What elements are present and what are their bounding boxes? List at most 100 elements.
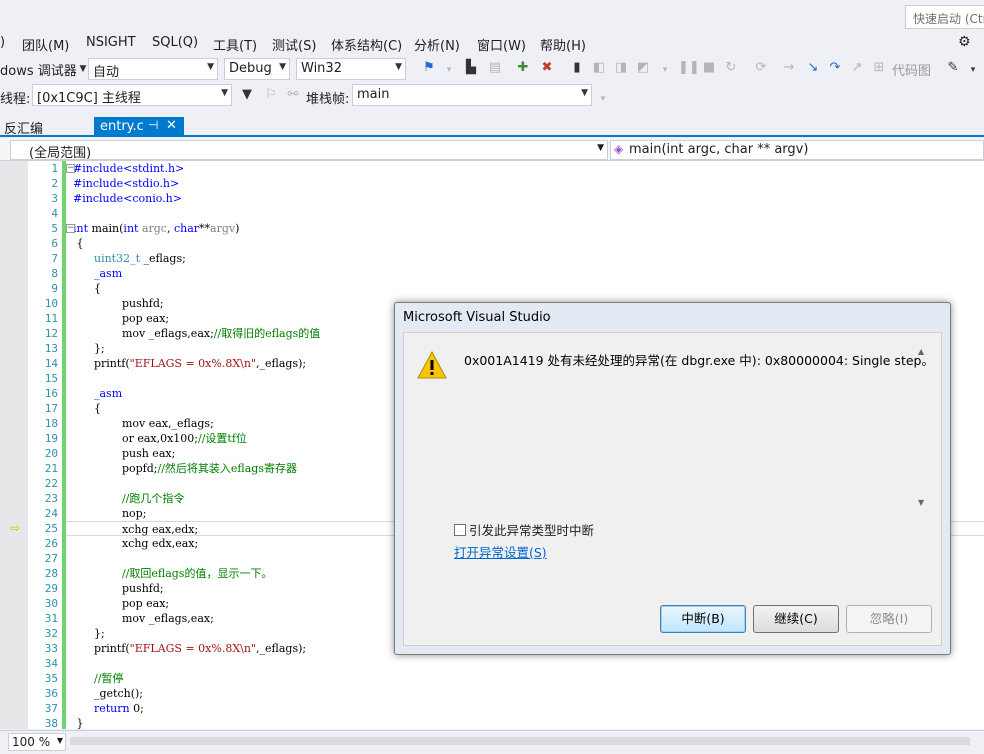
collapse-icon[interactable]: −: [66, 164, 75, 173]
code-string: "EFLAGS = 0x%.8X\n": [129, 642, 257, 655]
remove-breakpoint-icon[interactable]: ✖: [538, 59, 556, 77]
zoom-value: 100 %: [12, 735, 51, 749]
unflag-thread-icon: ⚯: [287, 87, 299, 102]
dropdown-icon[interactable]: ▾: [440, 61, 458, 79]
restart-icon: ↻: [725, 60, 737, 75]
line-number: 23: [44, 492, 58, 505]
open-exception-settings-link[interactable]: 打开异常设置(S): [454, 542, 547, 561]
line-number: 15: [44, 372, 58, 385]
dropdown-icon[interactable]: ▾: [964, 61, 982, 79]
toolbar-options-icon[interactable]: ⚙: [958, 34, 971, 50]
title-bar: 快速启动 (Ctrl+Q): [0, 0, 984, 32]
filter-icon[interactable]: ▼: [238, 86, 256, 104]
close-icon[interactable]: ✕: [166, 118, 177, 133]
line-number: 8: [51, 267, 58, 280]
menu-item-nsight[interactable]: NSIGHT: [86, 35, 136, 50]
ignore-button[interactable]: 忽略(I): [846, 605, 932, 633]
line-number: 6: [51, 237, 58, 250]
line-number: 25: [44, 522, 58, 535]
scroll-down-icon[interactable]: ▼: [918, 498, 924, 507]
line-number: 27: [44, 552, 58, 565]
debugger-label[interactable]: dows 调试器: [0, 60, 77, 79]
zoom-combo[interactable]: 100 % ▼: [8, 733, 66, 751]
debug-location-toolbar: 线程: [0x1C9C] 主线程 ▼ ▼ ⚐ ⚯ 堆栈帧: main ▼ ▾: [0, 82, 984, 110]
tab-disassembly[interactable]: 反汇编: [4, 118, 43, 137]
member-combo[interactable]: ◈ main(int argc, char ** argv): [610, 140, 984, 160]
code-string: "EFLAGS = 0x%.8X\n": [129, 357, 257, 370]
line-number: 20: [44, 447, 58, 460]
next-bookmark-icon: ◨: [614, 60, 628, 75]
code-line: //暂停: [66, 671, 984, 686]
line-number: 37: [44, 702, 58, 715]
scroll-up-icon[interactable]: ▲: [918, 347, 924, 356]
line-number: 11: [44, 312, 58, 325]
tool-icon[interactable]: ✎: [944, 59, 962, 77]
code-comment: //跑几个指令: [121, 492, 185, 505]
attach-process-icon[interactable]: ⚑: [420, 59, 438, 77]
bookmark-icon[interactable]: ▮: [568, 59, 586, 77]
line-numbers: 1 2 3 4 5 6 7 8 9 10 11 12 13 14 15 16 1…: [28, 161, 58, 731]
solution-auto-combo[interactable]: 自动 ▼: [88, 58, 218, 80]
code-text: printf(: [93, 357, 130, 370]
exception-message: 0x001A1419 处有未经处理的异常(在 dbgr.exe 中): 0x80…: [464, 353, 934, 368]
code-line: {: [66, 236, 984, 251]
configuration-combo[interactable]: Debug ▼: [224, 58, 290, 80]
code-text: _getch();: [93, 687, 143, 700]
line-number: 31: [44, 612, 58, 625]
step-into-icon[interactable]: ↘: [804, 59, 822, 77]
code-text: ): [235, 222, 240, 235]
stack-frame-combo[interactable]: main ▼: [352, 84, 592, 106]
menu-item-sql[interactable]: SQL(Q): [152, 35, 198, 50]
code-text: main(: [88, 222, 124, 235]
checkbox-box[interactable]: [454, 524, 466, 536]
message-scrollbar[interactable]: ▲ ▼: [916, 347, 930, 507]
code-text: };: [93, 627, 105, 640]
stack-frame-value: main: [357, 87, 390, 102]
menu-item-test[interactable]: 测试(S): [272, 35, 316, 54]
code-text: #include<stdio.h>: [73, 177, 180, 190]
platform-combo-value: Win32: [301, 61, 342, 76]
process-icon[interactable]: ▙: [462, 59, 480, 77]
menu-item-analyze[interactable]: 分析(N): [414, 35, 460, 54]
flag-thread-icon: ⚐: [265, 87, 277, 102]
code-comment: //暂停: [93, 672, 124, 685]
code-text: 0;: [129, 702, 144, 715]
thread-combo[interactable]: [0x1C9C] 主线程 ▼: [32, 84, 232, 106]
code-text: mov _eflags,eax;: [121, 327, 214, 340]
menu-bar: ) 团队(M) NSIGHT SQL(Q) 工具(T) 测试(S) 体系结构(C…: [0, 32, 984, 54]
menu-item-tools[interactable]: 工具(T): [213, 35, 257, 54]
code-text: mov _eflags,eax;: [121, 612, 214, 625]
add-breakpoint-icon[interactable]: ✚: [514, 59, 532, 77]
step-over-icon[interactable]: ↷: [826, 59, 844, 77]
scope-combo[interactable]: (全局范围) ▼: [10, 140, 608, 161]
line-number: 7: [51, 252, 58, 265]
dropdown-icon[interactable]: ▾: [594, 90, 612, 108]
platform-combo[interactable]: Win32 ▼: [296, 58, 406, 80]
collapse-icon[interactable]: −: [66, 224, 75, 233]
stack-frame-label: 堆栈帧:: [306, 92, 350, 107]
code-text: pop eax;: [121, 312, 170, 325]
line-number: 4: [51, 207, 58, 220]
pin-icon[interactable]: ⊣: [148, 118, 158, 132]
line-number: 10: [44, 297, 58, 310]
code-text: argc: [138, 222, 167, 235]
break-on-exception-checkbox[interactable]: 引发此异常类型时中断: [454, 520, 594, 539]
current-statement-arrow-icon: ⇨: [10, 521, 21, 535]
indicator-margin[interactable]: [0, 161, 28, 729]
quick-launch-input[interactable]: 快速启动 (Ctrl+Q): [905, 5, 984, 29]
prev-bookmark-icon: ◧: [592, 60, 606, 75]
chevron-down-icon: ▼: [56, 736, 63, 745]
code-text: };: [93, 342, 105, 355]
code-text: printf(: [93, 642, 130, 655]
continue-button[interactable]: 继续(C): [753, 605, 839, 633]
menu-item-help[interactable]: 帮助(H): [540, 35, 586, 54]
code-line: _getch();: [66, 686, 984, 701]
horizontal-scrollbar[interactable]: [70, 737, 970, 745]
menu-item-architecture[interactable]: 体系结构(C): [331, 35, 402, 54]
line-number: 9: [51, 282, 58, 295]
menu-item-window[interactable]: 窗口(W): [477, 35, 526, 54]
break-button[interactable]: 中断(B): [660, 605, 746, 633]
code-line: return 0;: [66, 701, 984, 716]
tab-entry-c[interactable]: entry.c ⊣ ✕: [94, 117, 184, 137]
menu-item-team[interactable]: 团队(M): [22, 35, 69, 54]
